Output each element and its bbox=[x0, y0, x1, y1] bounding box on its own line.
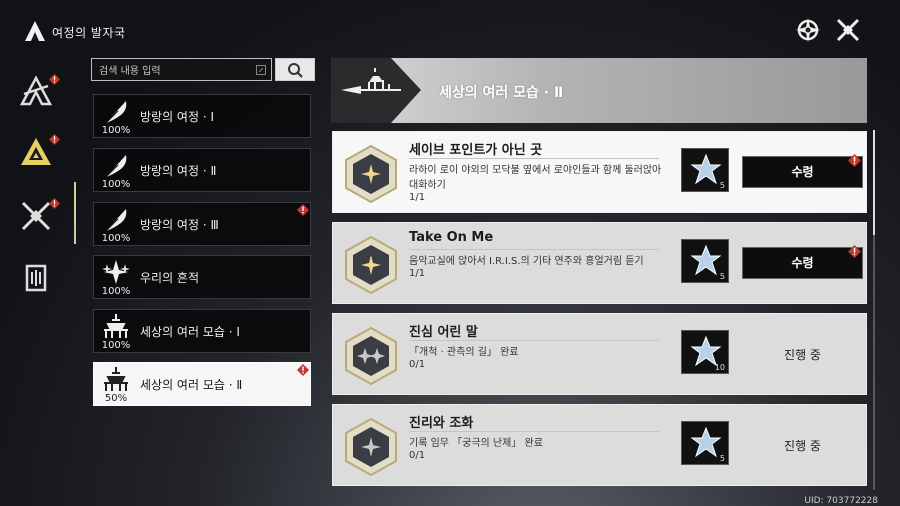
category-item-active[interactable]: 50% 세상의 여러 모습 · Ⅱ bbox=[93, 362, 311, 406]
status-in-progress: 진행 중 bbox=[784, 348, 821, 362]
alert-badge-icon bbox=[49, 198, 60, 209]
edit-icon bbox=[256, 65, 266, 75]
quest-progress: 0/1 bbox=[409, 450, 426, 461]
alert-badge-icon bbox=[49, 134, 60, 145]
category-item[interactable]: 100% 방랑의 여정 · Ⅲ bbox=[93, 202, 311, 246]
category-item[interactable]: 100% 세상의 여러 모습 · Ⅰ bbox=[93, 309, 311, 353]
left-nav-rail bbox=[0, 60, 76, 506]
archive-book-icon bbox=[25, 264, 47, 292]
close-icon[interactable] bbox=[834, 16, 862, 44]
category-item[interactable]: 100% 방랑의 여정 · Ⅰ bbox=[93, 94, 311, 138]
page-title: 여정의 발자국 bbox=[52, 26, 126, 40]
feather-icon bbox=[105, 209, 127, 232]
search-icon bbox=[288, 63, 303, 78]
category-label: 우리의 흔적 bbox=[140, 271, 200, 285]
feather-icon bbox=[105, 155, 127, 178]
alert-badge-icon bbox=[848, 245, 861, 258]
divider bbox=[409, 431, 659, 432]
quest-progress: 1/1 bbox=[409, 268, 426, 279]
crystal-star-icon bbox=[690, 426, 722, 458]
quest-card[interactable]: 진심 어린 말 「개척 · 관측의 길」 완료 0/1 10 진행 중 bbox=[332, 313, 867, 395]
alert-badge-icon bbox=[49, 74, 60, 85]
quest-description: 라하이 로이 야외의 모닥불 옆에서 로야인들과 함께 둘러앉아 대화하기 bbox=[409, 165, 662, 191]
divider bbox=[409, 158, 659, 159]
category-progress: 100% bbox=[101, 340, 131, 351]
quest-title: 진심 어린 말 bbox=[409, 325, 478, 340]
category-progress: 100% bbox=[101, 286, 131, 297]
reward-item[interactable]: 5 bbox=[681, 239, 729, 283]
quest-description: 「개척 · 관측의 길」 완료 bbox=[409, 347, 519, 358]
feather-icon bbox=[105, 101, 127, 124]
quest-title: Take On Me bbox=[409, 230, 494, 245]
city-skyline-icon bbox=[104, 314, 128, 338]
category-item[interactable]: 100% 방랑의 여정 · Ⅱ bbox=[93, 148, 311, 192]
twin-star-emblem-icon bbox=[345, 326, 397, 386]
divider bbox=[409, 249, 659, 250]
reward-item[interactable]: 5 bbox=[681, 148, 729, 192]
claim-button[interactable]: 수령 bbox=[742, 156, 863, 188]
reward-quantity: 5 bbox=[719, 454, 725, 463]
alert-badge-icon bbox=[297, 364, 309, 376]
category-label: 세상의 여러 모습 · Ⅰ bbox=[140, 325, 240, 339]
search-box bbox=[91, 58, 272, 82]
crystal-star-icon bbox=[690, 244, 722, 276]
scrollbar-thumb[interactable] bbox=[873, 130, 875, 235]
quest-description: 기록 임무 「궁극의 난제」 완료 bbox=[409, 438, 543, 449]
skyline-banner-icon bbox=[331, 58, 421, 123]
brand-logo-icon bbox=[25, 21, 45, 41]
status-in-progress: 진행 중 bbox=[784, 439, 821, 453]
reward-quantity: 5 bbox=[719, 181, 725, 190]
category-progress: 100% bbox=[101, 233, 131, 244]
divider bbox=[409, 340, 659, 341]
reward-item[interactable]: 5 bbox=[681, 421, 729, 465]
quest-progress: 1/1 bbox=[409, 192, 426, 203]
quest-title: 세이브 포인트가 아닌 곳 bbox=[409, 143, 543, 158]
city-skyline-icon bbox=[104, 367, 128, 391]
section-header: 세상의 여러 모습 · Ⅱ bbox=[331, 58, 867, 123]
category-label: 세상의 여러 모습 · Ⅱ bbox=[140, 378, 243, 392]
compass-icon[interactable] bbox=[794, 16, 822, 44]
crystal-star-icon bbox=[690, 153, 722, 185]
reward-quantity: 10 bbox=[714, 363, 725, 372]
section-title: 세상의 여러 모습 · Ⅱ bbox=[439, 85, 564, 101]
category-item[interactable]: 100% 우리의 흔적 bbox=[93, 255, 311, 299]
sparkle-icon bbox=[102, 260, 130, 284]
rail-item-journey-1[interactable] bbox=[18, 74, 60, 110]
rail-item-archive[interactable] bbox=[18, 260, 54, 296]
search-button[interactable] bbox=[275, 58, 315, 81]
star-emblem-icon bbox=[345, 235, 397, 295]
star-emblem-icon bbox=[345, 417, 397, 477]
quest-title: 진리와 조화 bbox=[409, 416, 474, 431]
claim-button[interactable]: 수령 bbox=[742, 247, 863, 279]
alert-badge-icon bbox=[297, 204, 309, 216]
reward-quantity: 5 bbox=[719, 272, 725, 281]
category-progress: 100% bbox=[101, 125, 131, 136]
quest-card[interactable]: Take On Me 음악교실에 앉아서 I.R.I.S.의 기타 연주와 흥얼… bbox=[332, 222, 867, 304]
quest-progress: 0/1 bbox=[409, 359, 426, 370]
active-indicator bbox=[74, 182, 76, 244]
category-progress: 100% bbox=[101, 179, 131, 190]
category-label: 방랑의 여정 · Ⅱ bbox=[140, 164, 217, 178]
category-label: 방랑의 여정 · Ⅰ bbox=[140, 110, 214, 124]
star-emblem-icon bbox=[345, 144, 397, 204]
quest-card[interactable]: 세이브 포인트가 아닌 곳 라하이 로이 야외의 모닥불 옆에서 로야인들과 함… bbox=[332, 131, 867, 213]
quest-card[interactable]: 진리와 조화 기록 임무 「궁극의 난제」 완료 0/1 5 진행 중 bbox=[332, 404, 867, 486]
quest-description: 음악교실에 앉아서 I.R.I.S.의 기타 연주와 흥얼거림 듣기 bbox=[409, 256, 644, 267]
search-input[interactable] bbox=[92, 61, 271, 82]
uid-label: UID: 703772228 bbox=[804, 496, 878, 506]
top-bar: 여정의 발자국 bbox=[0, 0, 900, 60]
rail-item-battle[interactable] bbox=[18, 198, 60, 234]
category-label: 방랑의 여정 · Ⅲ bbox=[140, 218, 219, 232]
alert-badge-icon bbox=[848, 154, 861, 167]
category-progress: 50% bbox=[104, 393, 128, 404]
reward-item[interactable]: 10 bbox=[681, 330, 729, 374]
rail-item-journey-active[interactable] bbox=[18, 134, 60, 170]
